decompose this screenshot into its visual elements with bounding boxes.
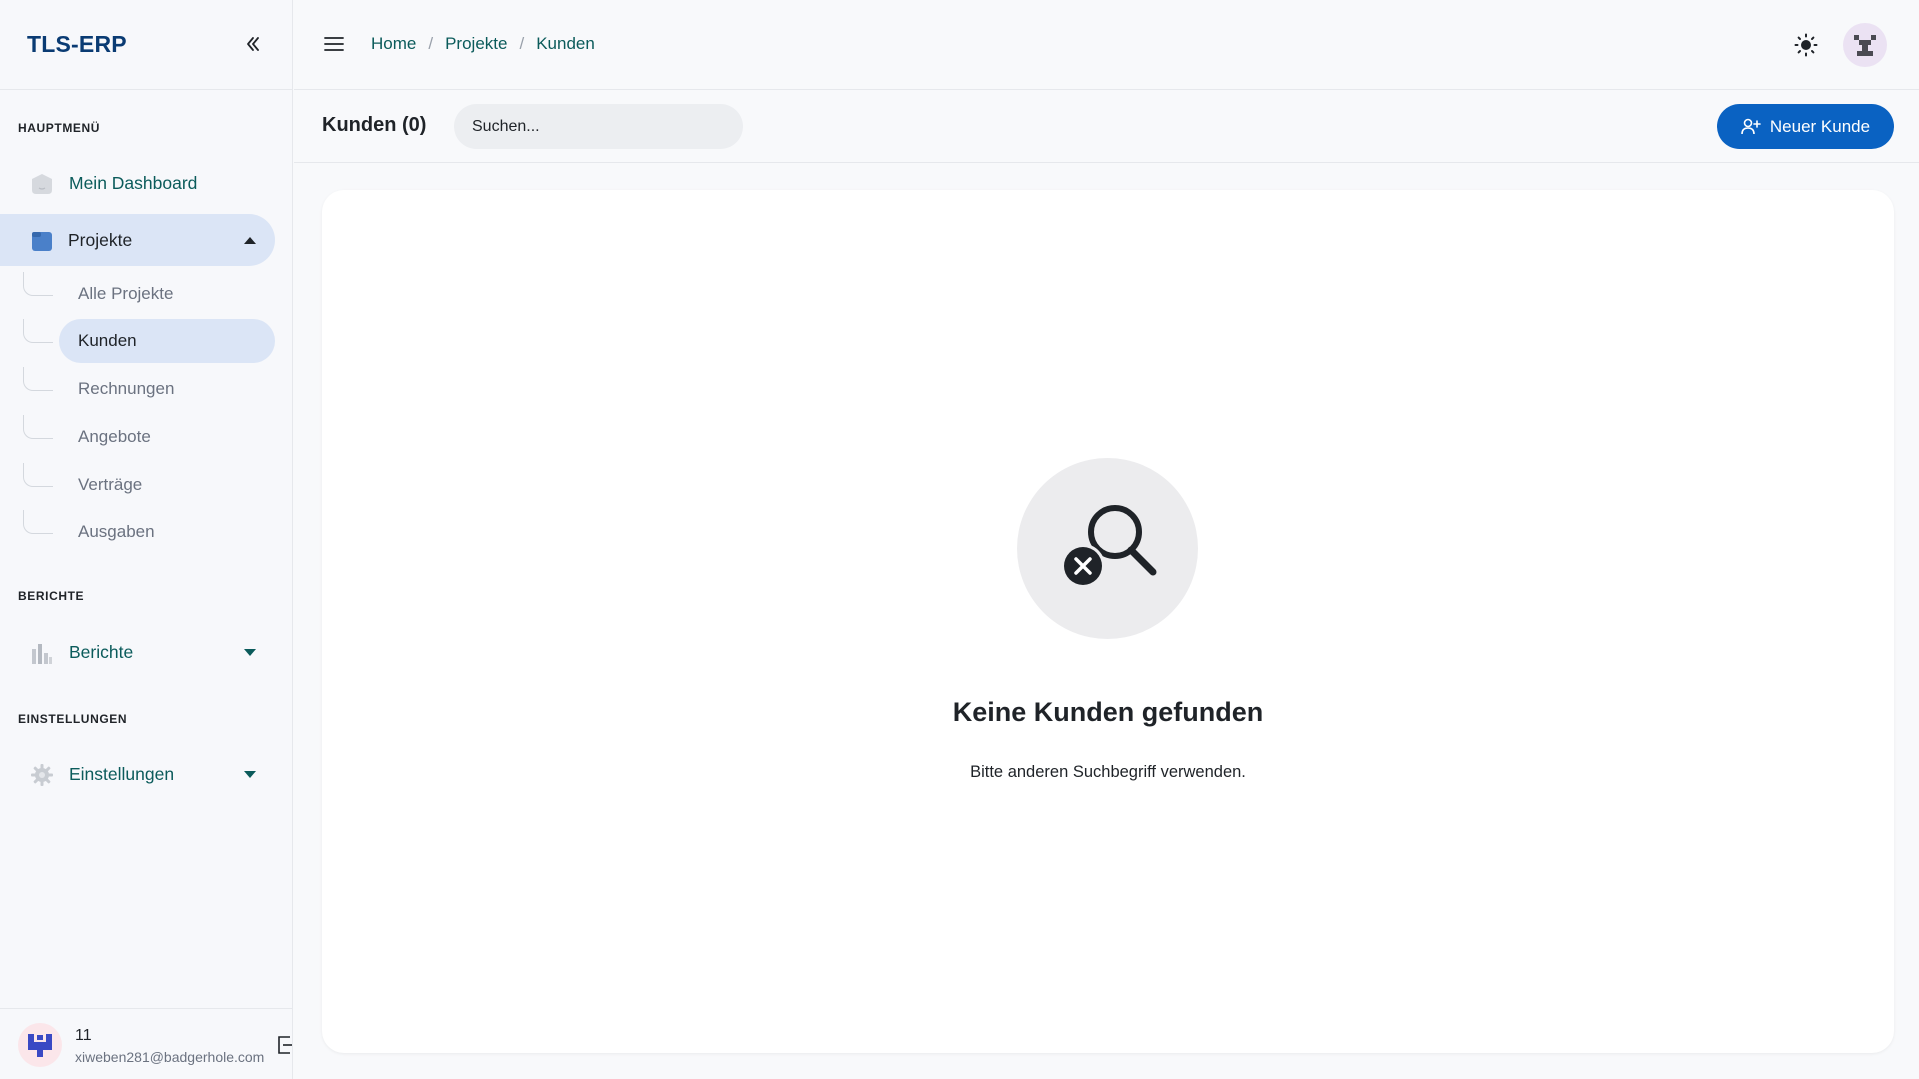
sidebar-item-projects[interactable]: Projekte — [0, 214, 275, 266]
hamburger-menu-icon[interactable] — [322, 32, 346, 56]
sidebar-subitem-label: Verträge — [78, 475, 143, 494]
sidebar-subitem-alle-projekte[interactable]: Alle Projekte — [23, 272, 275, 316]
new-customer-button[interactable]: Neuer Kunde — [1717, 104, 1894, 149]
user-profile: 11 xiweben281@badgerhole.com — [0, 1008, 293, 1079]
breadcrumb-home[interactable]: Home — [371, 34, 416, 54]
content-card: Keine Kunden gefunden Bitte anderen Such… — [322, 190, 1894, 1053]
folder-icon — [32, 232, 52, 251]
sidebar-subitem-vertraege[interactable]: Verträge — [23, 463, 275, 507]
breadcrumb-separator: / — [519, 34, 525, 53]
sidebar-subitem-label: Rechnungen — [78, 379, 175, 398]
sidebar-item-label: Projekte — [68, 229, 133, 250]
sidebar-item-label: Einstellungen — [69, 763, 175, 784]
sidebar-subitem-angebote[interactable]: Angebote — [23, 415, 275, 459]
add-user-icon — [1741, 118, 1761, 134]
tree-connector — [23, 319, 53, 343]
tree-connector — [23, 415, 53, 439]
sidebar-item-label: Mein Dashboard — [69, 172, 198, 193]
account-identicon-icon — [1854, 35, 1876, 56]
page-title: Kunden (0) — [322, 114, 427, 136]
sun-icon — [1794, 33, 1818, 57]
dashboard-icon — [32, 174, 52, 194]
tree-connector — [23, 367, 53, 391]
user-identicon-icon — [28, 1034, 52, 1057]
sidebar-item-reports[interactable]: Berichte — [0, 626, 275, 678]
search-not-found-icon — [1060, 504, 1156, 588]
theme-toggle-button[interactable] — [1792, 31, 1820, 59]
sidebar-item-dashboard[interactable]: Mein Dashboard — [0, 157, 275, 209]
tree-connector — [23, 463, 53, 487]
new-customer-label: Neuer Kunde — [1769, 116, 1871, 136]
sidebar-subitem-label: Angebote — [78, 427, 151, 446]
section-title-settings: EINSTELLUNGEN — [18, 712, 128, 726]
user-name: 11 — [75, 1027, 92, 1044]
search-input[interactable] — [454, 104, 743, 149]
breadcrumb-kunden[interactable]: Kunden — [536, 34, 595, 54]
sidebar: TLS-ERP HAUPTMENÜ Mein Dashboard Projekt… — [0, 0, 293, 1079]
logout-icon[interactable] — [276, 1033, 292, 1057]
empty-state-title: Keine Kunden gefunden — [952, 697, 1264, 727]
sidebar-subitem-rechnungen[interactable]: Rechnungen — [23, 367, 275, 411]
brand-logo[interactable]: TLS-ERP — [27, 31, 127, 58]
page-header: Kunden (0) Neuer Kunde — [294, 91, 1919, 163]
caret-down-icon — [244, 771, 256, 778]
sidebar-item-label: Berichte — [69, 641, 134, 662]
empty-state-illustration — [1017, 458, 1198, 639]
section-title-reports: BERICHTE — [18, 589, 85, 603]
sidebar-header: TLS-ERP — [0, 0, 292, 90]
gear-icon — [31, 764, 53, 786]
sidebar-subitem-label: Kunden — [78, 331, 137, 350]
collapse-sidebar-button[interactable] — [239, 30, 267, 58]
caret-down-icon — [244, 649, 256, 656]
breadcrumb-separator: / — [428, 34, 434, 53]
account-avatar-button[interactable] — [1843, 23, 1887, 67]
empty-state-subtitle: Bitte anderen Suchbegriff verwenden. — [970, 763, 1246, 781]
user-email: xiweben281@badgerhole.com — [75, 1049, 265, 1065]
sidebar-subitem-label: Alle Projekte — [78, 284, 174, 303]
topbar: Home / Projekte / Kunden — [294, 0, 1919, 90]
breadcrumb-projekte[interactable]: Projekte — [445, 34, 507, 54]
sidebar-subitem-kunden[interactable]: Kunden — [23, 319, 275, 363]
bar-chart-icon — [32, 644, 52, 664]
double-chevron-left-icon — [247, 37, 259, 51]
breadcrumb: Home / Projekte / Kunden — [371, 34, 595, 54]
sidebar-item-settings[interactable]: Einstellungen — [0, 748, 275, 800]
tree-connector — [23, 272, 53, 296]
sidebar-subitem-label: Ausgaben — [78, 522, 155, 541]
section-title-main: HAUPTMENÜ — [18, 121, 101, 135]
user-avatar[interactable] — [18, 1023, 62, 1067]
sidebar-subitem-ausgaben[interactable]: Ausgaben — [23, 510, 275, 554]
tree-connector — [23, 510, 53, 534]
caret-up-icon — [244, 237, 256, 244]
